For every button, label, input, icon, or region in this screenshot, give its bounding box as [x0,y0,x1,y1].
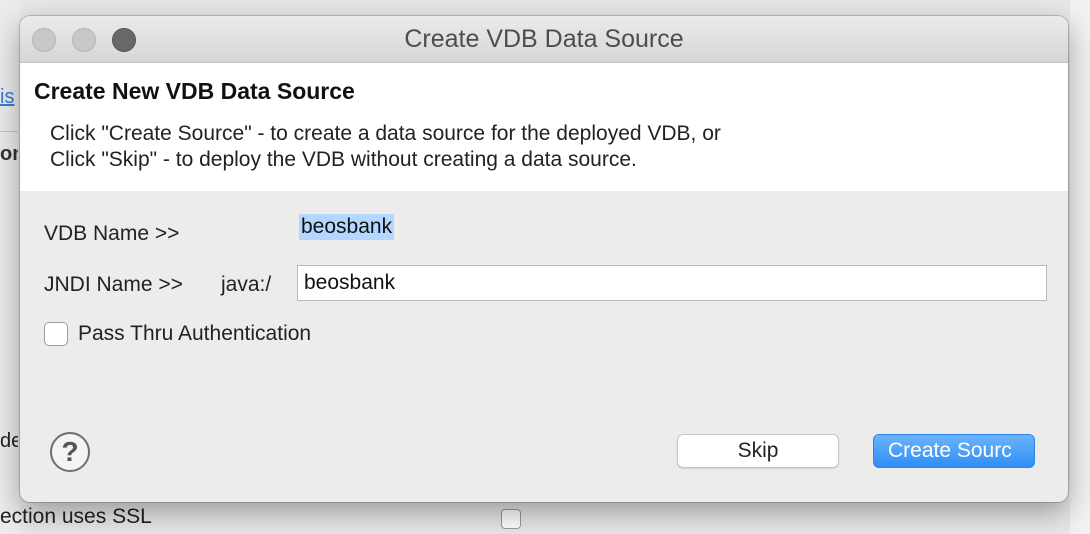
background-link[interactable]: is [0,86,18,109]
header-description-line1: Click "Create Source" - to create a data… [50,122,721,145]
pass-thru-authentication-label[interactable]: Pass Thru Authentication [78,322,311,346]
jndi-name-label: JNDI Name >> [44,273,183,296]
background-window-left [0,0,20,534]
help-icon[interactable]: ? [50,432,90,472]
background-ssl-checkbox[interactable] [501,509,521,529]
create-vdb-data-source-dialog: Create VDB Data Source Create New VDB Da… [20,16,1068,502]
background-bold-text: on [0,143,18,165]
pass-thru-authentication-checkbox[interactable] [44,322,68,346]
jndi-name-input[interactable] [297,265,1047,301]
background-window-right [1070,0,1090,534]
background-ssl-label: ection uses SSL [0,505,152,528]
title-bar[interactable]: Create VDB Data Source [20,16,1068,63]
background-separator [0,131,18,132]
window-title: Create VDB Data Source [404,25,684,53]
header-description-line2: Click "Skip" - to deploy the VDB without… [50,148,637,171]
vdb-name-label: VDB Name >> [44,222,180,245]
background-text: de [0,430,18,452]
create-source-button[interactable]: Create Sourc [873,434,1035,468]
header-title: Create New VDB Data Source [34,78,355,104]
skip-button[interactable]: Skip [677,434,839,468]
vdb-name-value[interactable]: beosbank [299,214,395,240]
jndi-prefix-label: java:/ [221,273,272,296]
header-panel: Create New VDB Data Source Click "Create… [20,63,1068,191]
